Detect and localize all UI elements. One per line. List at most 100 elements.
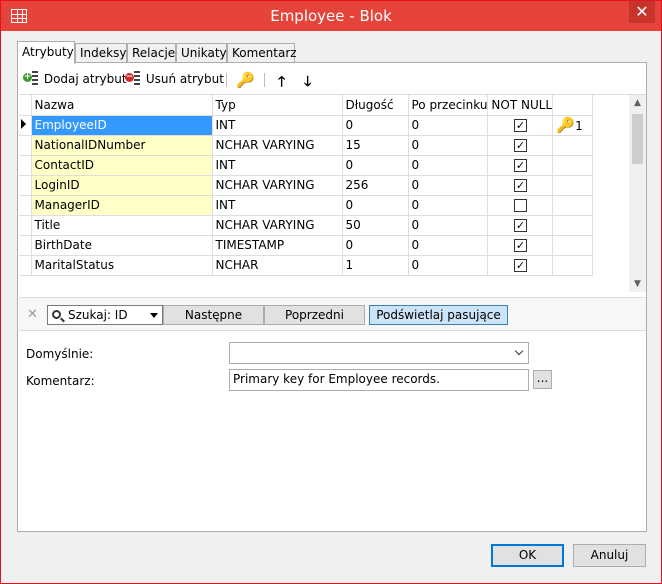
column-header-pk[interactable] [552,95,594,116]
cell-scale[interactable]: 0 [408,255,489,276]
cell-scale[interactable]: 0 [408,235,489,256]
highlight-matches-button[interactable]: Podświetlaj pasujące [369,305,508,325]
cell-type[interactable]: NCHAR VARYING [212,135,343,156]
cell-scale[interactable]: 0 [408,155,489,176]
cell-pk[interactable] [552,135,594,156]
cell-length[interactable]: 0 [342,195,409,216]
tab-unikaty[interactable]: Unikaty [176,43,227,63]
not-null-checkbox[interactable]: ✓ [513,139,527,152]
default-value-combo[interactable] [229,342,529,364]
scroll-thumb[interactable] [632,114,643,164]
cell-scale[interactable]: 0 [408,215,489,236]
tab-indeksy[interactable]: Indeksy [75,43,127,63]
cell-scale[interactable]: 0 [408,195,489,216]
search-combo[interactable]: Szukaj: ID [47,305,163,325]
primary-key-button[interactable]: 🔑 [236,71,255,89]
row-selector[interactable] [19,235,32,256]
cell-not-null[interactable]: ✓ [487,175,554,196]
column-header-type[interactable]: Typ [212,95,343,116]
tab-atrybuty[interactable]: Atrybuty [17,41,75,64]
close-search-icon[interactable]: ✕ [27,307,38,322]
title-bar[interactable]: Employee - Blok ✕ [1,1,661,31]
cell-type[interactable]: INT [212,155,343,176]
table-row[interactable]: Title NCHAR VARYING 50 0 ✓ [19,215,594,236]
cell-name[interactable]: BirthDate [31,235,213,256]
cell-length[interactable]: 50 [342,215,409,236]
scroll-up-icon[interactable]: ▲ [629,95,646,112]
cell-pk[interactable] [552,215,594,236]
table-row[interactable]: MaritalStatus NCHAR 1 0 ✓ [19,255,594,276]
cell-type[interactable]: INT [212,115,343,136]
previous-button[interactable]: Poprzedni [264,305,365,325]
row-selector[interactable] [19,215,32,236]
row-selector[interactable] [19,155,32,176]
grid-scrollbar[interactable]: ▲ ▼ [629,95,646,292]
add-attribute-button[interactable]: Dodaj atrybut [23,71,127,89]
row-selector[interactable] [19,135,32,156]
table-row[interactable]: EmployeeID INT 0 0 ✓ 🔑1 [19,115,594,136]
cell-length[interactable]: 0 [342,115,409,136]
not-null-checkbox[interactable]: ✓ [513,159,527,172]
cell-length[interactable]: 15 [342,135,409,156]
cell-not-null[interactable]: ✓ [487,115,554,136]
column-header-name[interactable]: Nazwa [31,95,213,116]
edit-comment-button[interactable]: ... [533,370,552,389]
cell-name[interactable]: ContactID [31,155,213,176]
cell-not-null[interactable]: ✓ [487,135,554,156]
next-button[interactable]: Następne [163,305,264,325]
cell-name[interactable]: MaritalStatus [31,255,213,276]
column-header-length[interactable]: Długość [342,95,409,116]
cell-name[interactable]: Title [31,215,213,236]
column-header-not-null[interactable]: NOT NULL [487,95,554,116]
table-row[interactable]: NationalIDNumber NCHAR VARYING 15 0 ✓ [19,135,594,156]
cell-pk[interactable] [552,175,594,196]
cell-length[interactable]: 1 [342,255,409,276]
cancel-button[interactable]: Anuluj [573,544,646,567]
cell-type[interactable]: NCHAR VARYING [212,215,343,236]
cell-name[interactable]: EmployeeID [31,115,213,136]
row-selector[interactable] [19,175,32,196]
tab-relacje[interactable]: Relacje [127,43,176,63]
table-row[interactable]: BirthDate TIMESTAMP 0 0 ✓ [19,235,594,256]
cell-type[interactable]: NCHAR [212,255,343,276]
cell-type[interactable]: INT [212,195,343,216]
cell-not-null[interactable]: ✓ [487,235,554,256]
row-selector[interactable] [19,255,32,276]
cell-pk[interactable] [552,195,594,216]
not-null-checkbox[interactable]: ✓ [513,259,527,272]
remove-attribute-button[interactable]: Usuń atrybut [125,71,224,89]
cell-name[interactable]: NationalIDNumber [31,135,213,156]
not-null-checkbox[interactable]: ✓ [513,119,527,132]
cell-scale[interactable]: 0 [408,135,489,156]
table-row[interactable]: LoginID NCHAR VARYING 256 0 ✓ [19,175,594,196]
cell-not-null[interactable]: ✓ [487,155,554,176]
tab-komentarz[interactable]: Komentarz [227,43,297,63]
scroll-down-icon[interactable]: ▼ [629,276,646,292]
cell-name[interactable]: LoginID [31,175,213,196]
cell-length[interactable]: 0 [342,155,409,176]
not-null-checkbox[interactable]: ✓ [513,179,527,192]
cell-type[interactable]: NCHAR VARYING [212,175,343,196]
cell-length[interactable]: 256 [342,175,409,196]
cell-pk[interactable]: 🔑1 [552,115,594,136]
not-null-checkbox[interactable] [513,199,527,212]
not-null-checkbox[interactable]: ✓ [513,219,527,232]
comment-field[interactable]: Primary key for Employee records. [229,369,529,391]
cell-name[interactable]: ManagerID [31,195,213,216]
table-row[interactable]: ContactID INT 0 0 ✓ [19,155,594,176]
cell-scale[interactable]: 0 [408,115,489,136]
cell-length[interactable]: 0 [342,235,409,256]
cell-scale[interactable]: 0 [408,175,489,196]
row-selector[interactable] [19,195,32,216]
column-header-scale[interactable]: Po przecinku [408,95,489,116]
row-selector[interactable] [19,115,32,136]
close-button[interactable]: ✕ [629,1,655,23]
move-up-button[interactable]: 🡑 [278,71,285,90]
not-null-checkbox[interactable]: ✓ [513,239,527,252]
ok-button[interactable]: OK [491,544,564,567]
cell-not-null[interactable]: ✓ [487,215,554,236]
cell-not-null[interactable]: ✓ [487,255,554,276]
cell-pk[interactable] [552,255,594,276]
move-down-button[interactable]: 🡓 [304,71,311,90]
cell-pk[interactable] [552,155,594,176]
